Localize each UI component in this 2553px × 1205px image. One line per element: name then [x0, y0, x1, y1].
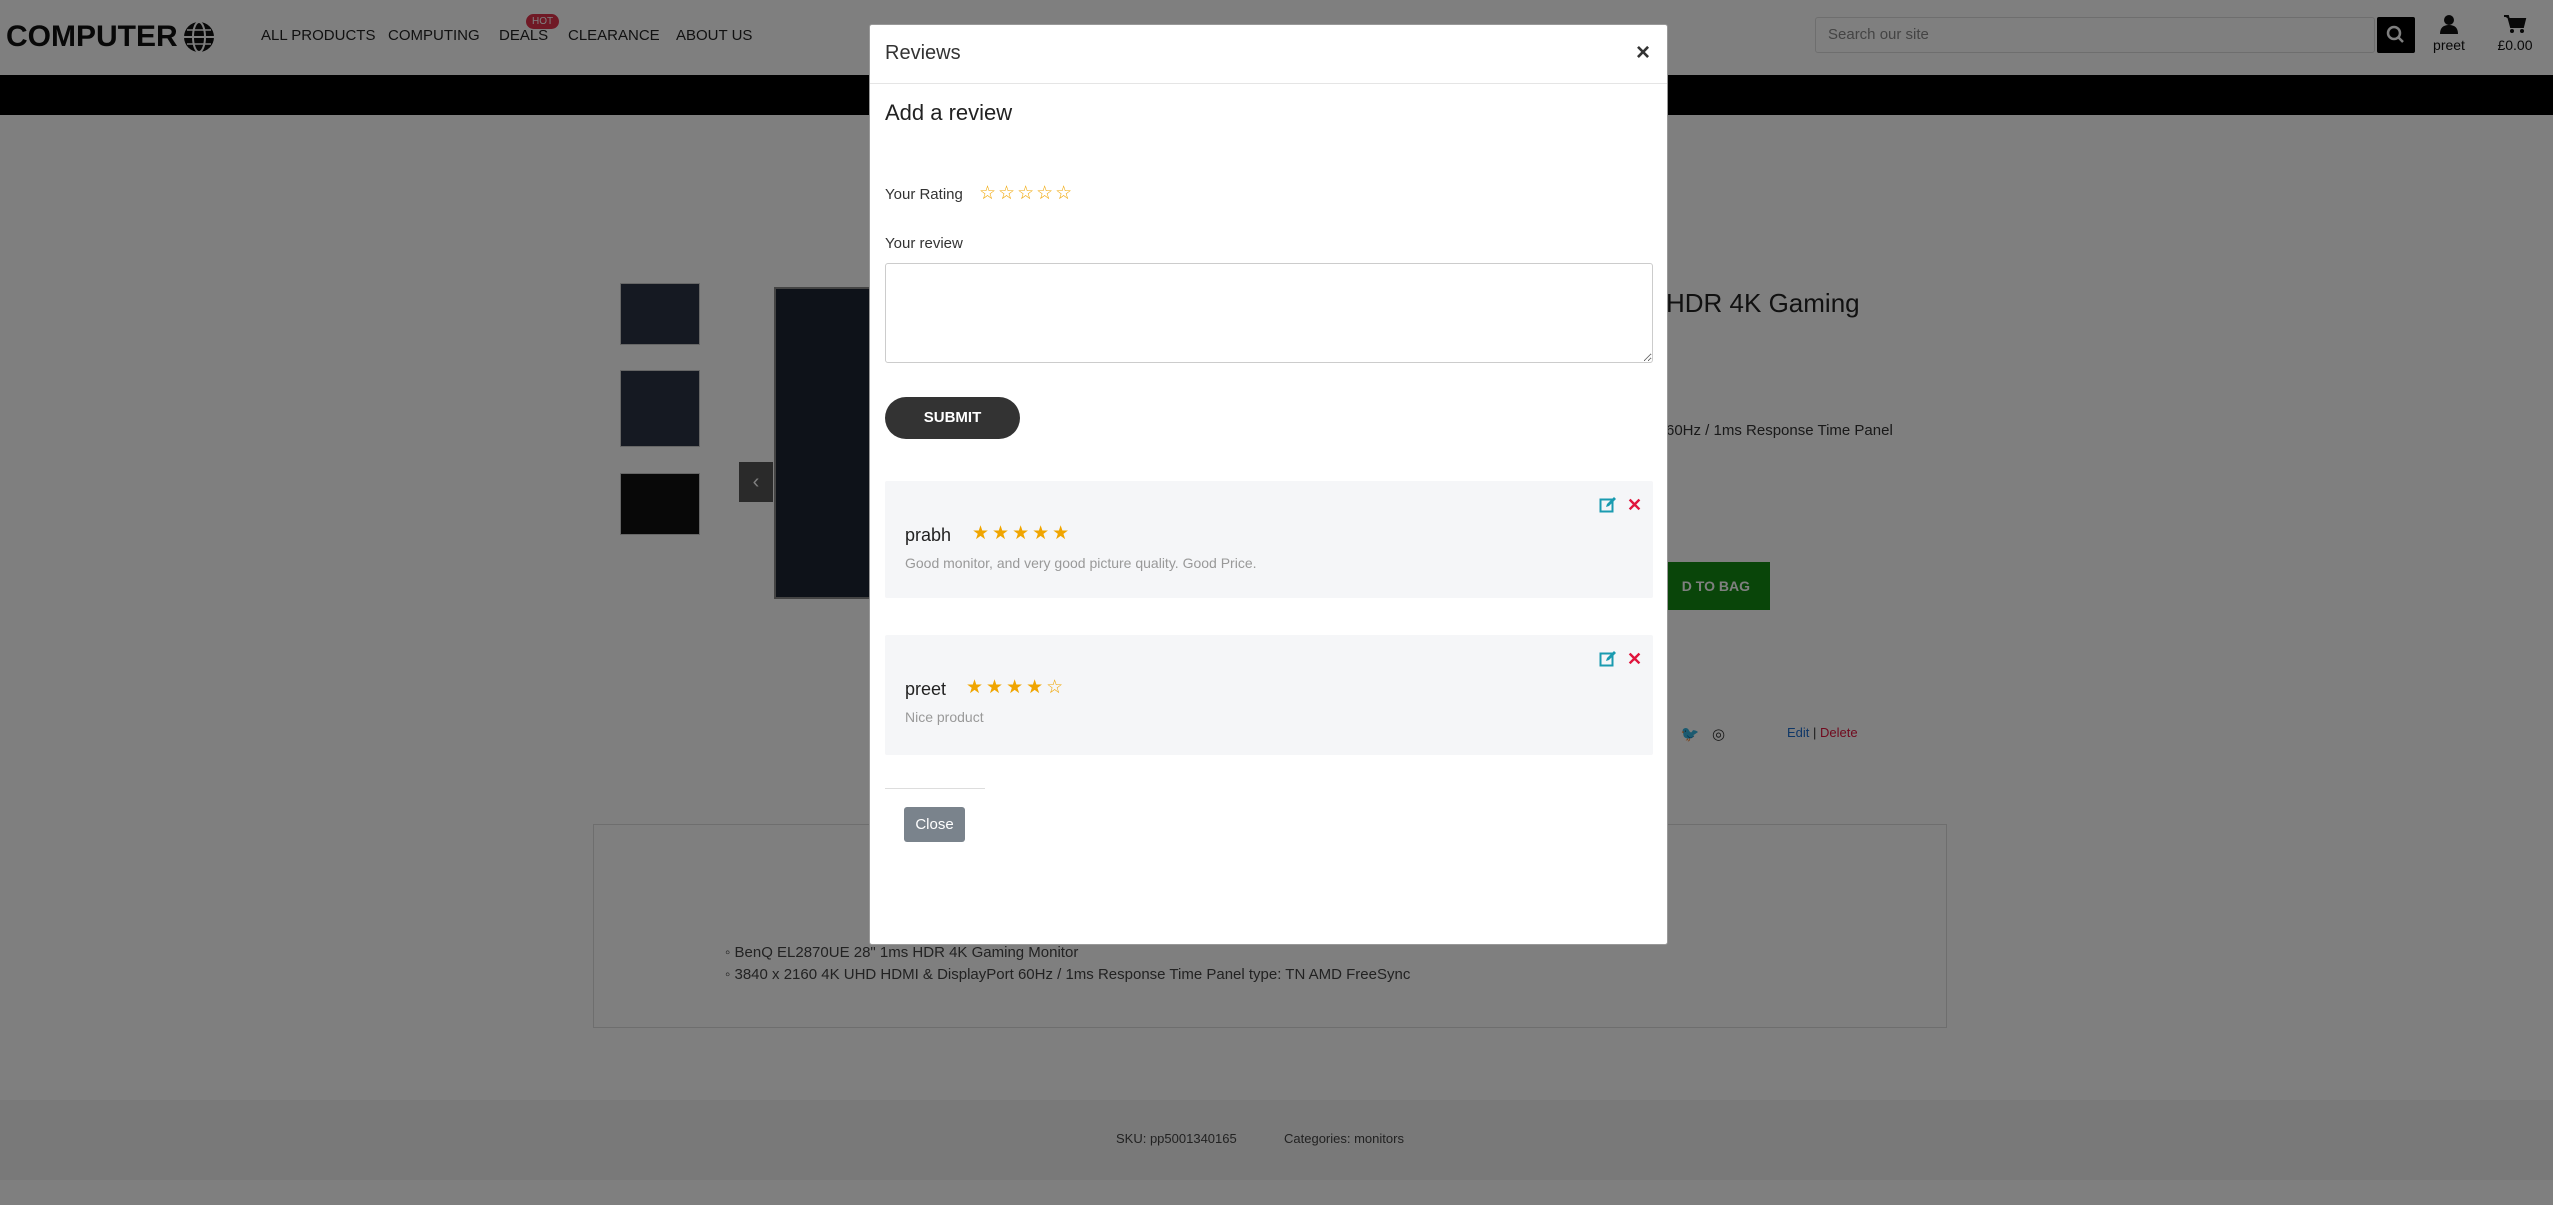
review-label: Your review	[885, 235, 963, 252]
review-stars: ★★★★★	[972, 523, 1073, 544]
submit-button[interactable]: SUBMIT	[885, 397, 1020, 439]
edit-icon[interactable]	[1599, 650, 1617, 668]
review-text: Good monitor, and very good picture qual…	[905, 555, 1257, 571]
rating-label: Your Rating	[885, 186, 963, 203]
review-text: Nice product	[905, 709, 984, 725]
edit-icon[interactable]	[1599, 496, 1617, 514]
review-card: prabh ★★★★★ Good monitor, and very good …	[885, 481, 1653, 598]
modal-header	[870, 25, 1667, 84]
reviewer-name: preet	[905, 679, 947, 699]
reviewer-name: prabh	[905, 525, 952, 545]
close-button[interactable]: Close	[904, 807, 965, 842]
close-icon[interactable]: ×	[1636, 39, 1650, 67]
divider	[885, 788, 985, 789]
rating-star-input[interactable]: ☆☆☆☆☆	[979, 182, 1074, 205]
delete-icon[interactable]: ✕	[1627, 496, 1642, 514]
review-stars: ★★★★☆	[966, 677, 1067, 698]
add-review-heading: Add a review	[885, 100, 1013, 125]
delete-icon[interactable]: ✕	[1627, 650, 1642, 668]
review-textarea[interactable]	[885, 263, 1653, 363]
review-card: preet ★★★★☆ Nice product ✕	[885, 635, 1653, 755]
reviews-modal: Reviews × Add a review Your Rating ☆☆☆☆☆…	[869, 24, 1668, 945]
modal-title: Reviews	[885, 42, 961, 64]
